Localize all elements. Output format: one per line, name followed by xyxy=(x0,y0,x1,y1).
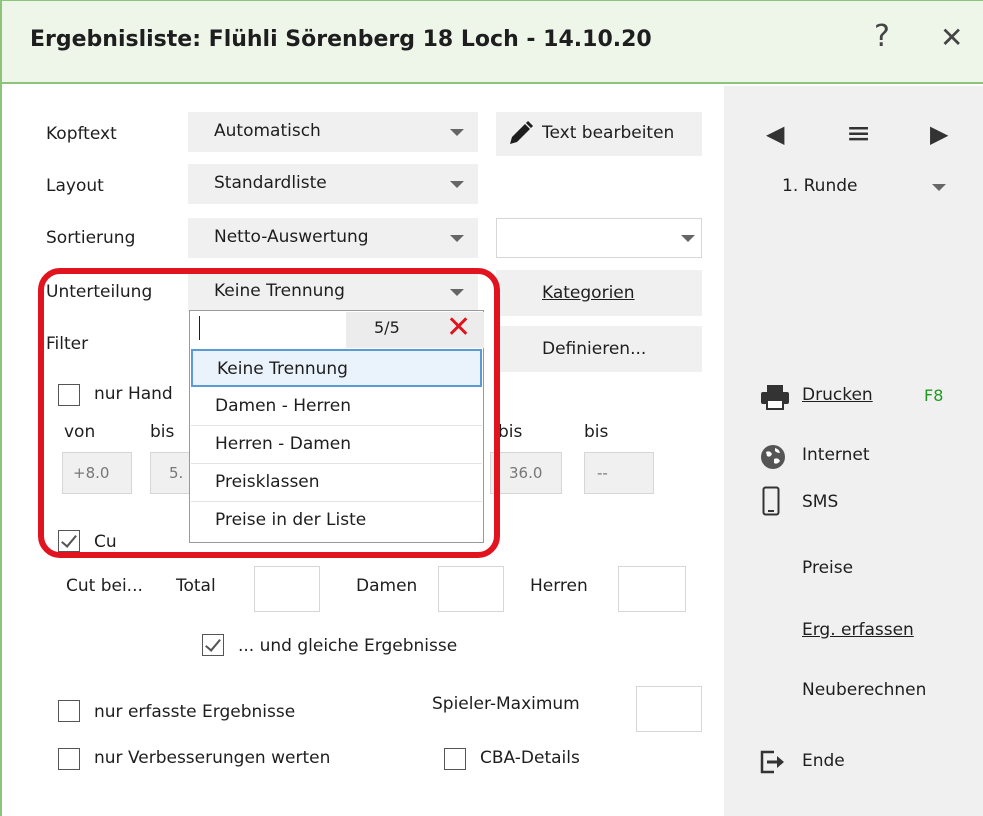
drucken-shortcut: F8 xyxy=(924,386,944,405)
kopftext-select[interactable]: Automatisch xyxy=(188,112,478,152)
window-title: Ergebnisliste: Flühli Sörenberg 18 Loch … xyxy=(30,27,652,52)
internet-label: Internet xyxy=(802,445,870,465)
exit-icon xyxy=(760,750,784,774)
chevron-down-icon xyxy=(681,235,695,242)
gleiche-ergebnisse-label: ... und gleiche Ergebnisse xyxy=(238,636,458,656)
sms-label: SMS xyxy=(802,492,839,512)
gleiche-ergebnisse-checkbox[interactable] xyxy=(202,634,224,656)
chevron-down-icon xyxy=(450,181,464,188)
ende-button[interactable]: Ende xyxy=(760,748,960,780)
score-to-value: -- xyxy=(597,464,608,482)
globe-icon xyxy=(761,445,785,469)
layout-value: Standardliste xyxy=(214,173,327,193)
layout-select[interactable]: Standardliste xyxy=(188,164,478,204)
title-bar: Ergebnisliste: Flühli Sörenberg 18 Loch … xyxy=(2,0,983,84)
menu-icon[interactable]: ≡ xyxy=(846,116,871,151)
neuberechnen-label: Neuberechnen xyxy=(802,680,927,700)
next-icon[interactable]: ▶ xyxy=(930,120,948,148)
cut-total-input[interactable] xyxy=(254,566,320,612)
preise-button[interactable]: Preise xyxy=(802,558,853,578)
help-button[interactable]: ? xyxy=(874,19,890,54)
nur-erfasste-label: nur erfasste Ergebnisse xyxy=(94,702,296,722)
red-highlight-frame xyxy=(38,268,500,558)
chevron-down-icon xyxy=(450,235,464,242)
score-from-value: 36.0 xyxy=(509,464,543,482)
sms-button[interactable]: SMS xyxy=(760,486,960,520)
preise-label: Preise xyxy=(802,558,854,578)
sortierung2-select[interactable] xyxy=(496,218,702,258)
kopftext-label: Kopftext xyxy=(46,124,117,144)
cba-details-label: CBA-Details xyxy=(480,748,580,768)
printer-icon xyxy=(761,385,789,410)
cut-herren-input[interactable] xyxy=(618,566,686,612)
damen-label: Damen xyxy=(356,576,418,596)
close-button[interactable]: ✕ xyxy=(940,21,963,54)
sortierung-label: Sortierung xyxy=(46,228,136,248)
right-action-panel: ◀ ≡ ▶ 1. Runde Drucken F8 Internet SMS P… xyxy=(724,86,983,816)
runde-select[interactable]: 1. Runde xyxy=(758,168,964,208)
bis-label: bis xyxy=(584,422,609,442)
kategorien-label: Kategorien xyxy=(542,283,635,303)
pencil-icon xyxy=(510,120,534,144)
neuberechnen-button[interactable]: Neuberechnen xyxy=(802,680,926,700)
spieler-maximum-label: Spieler-Maximum xyxy=(432,694,580,714)
chevron-down-icon xyxy=(450,129,464,136)
definieren-button[interactable]: Definieren... xyxy=(496,326,702,372)
erg-erfassen-button[interactable]: Erg. erfassen xyxy=(802,620,914,640)
nur-verbesserungen-checkbox[interactable] xyxy=(58,748,80,770)
prev-icon[interactable]: ◀ xyxy=(766,120,784,148)
ende-label: Ende xyxy=(802,751,845,771)
layout-label: Layout xyxy=(46,176,104,196)
spieler-maximum-input[interactable] xyxy=(636,686,702,732)
cut-bei-label: Cut bei... xyxy=(66,576,143,596)
cut-damen-input[interactable] xyxy=(438,566,504,612)
nur-erfasste-checkbox[interactable] xyxy=(58,700,80,722)
drucken-label: Drucken xyxy=(802,385,873,405)
herren-label: Herren xyxy=(530,576,588,596)
definieren-label: Definieren... xyxy=(542,339,647,359)
erg-erfassen-label: Erg. erfassen xyxy=(802,620,914,640)
score-to-input[interactable]: -- xyxy=(584,452,654,494)
runde-value: 1. Runde xyxy=(782,176,858,196)
sortierung-value: Netto-Auswertung xyxy=(214,227,369,247)
score-from-input[interactable]: 36.0 xyxy=(490,452,562,494)
nur-verbesserungen-label: nur Verbesserungen werten xyxy=(94,748,331,768)
cba-details-checkbox[interactable] xyxy=(444,748,466,770)
text-bearbeiten-button[interactable]: Text bearbeiten xyxy=(496,112,702,156)
phone-icon xyxy=(762,486,780,516)
bis-label: bis xyxy=(498,422,523,442)
total-label: Total xyxy=(176,576,216,596)
sortierung-select[interactable]: Netto-Auswertung xyxy=(188,218,478,258)
drucken-button[interactable]: Drucken F8 xyxy=(760,382,980,414)
kategorien-button[interactable]: Kategorien xyxy=(496,270,702,316)
dialog-window: Ergebnisliste: Flühli Sörenberg 18 Loch … xyxy=(0,0,983,816)
text-bearbeiten-label: Text bearbeiten xyxy=(542,123,675,143)
internet-button[interactable]: Internet xyxy=(760,442,960,474)
chevron-down-icon xyxy=(932,184,946,191)
kopftext-value: Automatisch xyxy=(214,121,321,141)
